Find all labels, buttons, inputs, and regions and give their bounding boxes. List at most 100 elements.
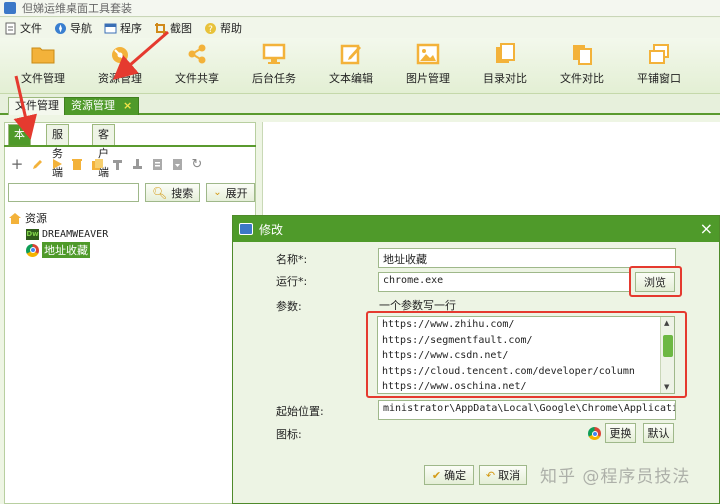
tool-file-compare[interactable]: 文件对比 <box>547 42 617 86</box>
menu-label: 文件 <box>20 22 42 35</box>
tab-label: 文件管理 <box>15 99 59 112</box>
watermark: 知乎 @程序员技法 <box>540 467 691 487</box>
start-dir-label: 起始位置: <box>276 405 324 418</box>
name-label: 名称*: <box>276 253 308 266</box>
resource-toolbar: + ↻ <box>10 154 204 174</box>
compass-icon <box>55 22 66 34</box>
annotation-box <box>366 311 687 398</box>
tile-icon <box>649 44 669 64</box>
menu-label: 程序 <box>120 22 142 35</box>
document-tabs: 文件管理 资源管理 × <box>0 94 720 115</box>
tool-image-manager[interactable]: 图片管理 <box>393 42 463 86</box>
copy-icon[interactable] <box>90 157 104 171</box>
tool-label: 图片管理 <box>406 72 450 85</box>
search-input[interactable] <box>8 183 139 202</box>
chrome-icon <box>588 427 601 440</box>
play-icon[interactable] <box>50 157 64 171</box>
menu-label: 截图 <box>170 22 192 35</box>
image-icon <box>416 43 440 65</box>
tool-file-manager[interactable]: 文件管理 <box>8 42 78 86</box>
tool-file-share[interactable]: 文件共享 <box>162 42 232 86</box>
window-icon <box>239 223 253 235</box>
tool-label: 文件共享 <box>175 72 219 85</box>
share-icon <box>188 44 206 64</box>
run-field[interactable]: chrome.exe <box>378 272 630 292</box>
menu-screenshot[interactable]: 截图 <box>154 20 192 36</box>
move-down-icon[interactable] <box>130 157 144 171</box>
tool-label: 文件管理 <box>21 72 65 85</box>
tree-item-bookmarks[interactable]: 地址收藏 <box>8 242 108 258</box>
left-panel <box>4 122 256 504</box>
search-icon: 🔍︎ <box>152 185 168 200</box>
ok-button[interactable]: ✔ 确定 <box>424 465 474 485</box>
home-icon <box>9 212 21 224</box>
tab-file-manager[interactable]: 文件管理 <box>8 97 66 115</box>
tree-label: DREAMWEAVER <box>42 228 109 240</box>
tab-resource-manager[interactable]: 资源管理 × <box>64 97 140 115</box>
params-label: 参数: <box>276 300 302 313</box>
tree-root[interactable]: 资源 <box>8 210 108 226</box>
search-row: 🔍︎ 搜索 ⌄ 展开 <box>8 183 255 203</box>
move-up-icon[interactable] <box>110 157 124 171</box>
tab-label: 资源管理 <box>71 99 115 112</box>
tab-local[interactable]: 本地 <box>8 124 31 160</box>
menu-program[interactable]: 程序 <box>104 20 142 36</box>
help-icon: ? <box>205 22 216 35</box>
chevron-down-icon: ⌄ <box>213 187 222 198</box>
annotation-box <box>629 266 682 297</box>
menu-label: 导航 <box>70 22 92 35</box>
monitor-icon <box>262 43 286 64</box>
tab-underline <box>4 145 256 147</box>
expand-button-label: 展开 <box>225 186 248 200</box>
import-icon[interactable] <box>150 157 164 171</box>
tree-item-dreamweaver[interactable]: Dw DREAMWEAVER <box>8 226 108 242</box>
title-bar: 但娣运维桌面工具套装 <box>0 0 720 17</box>
resource-tree: 资源 Dw DREAMWEAVER 地址收藏 <box>8 210 108 258</box>
tool-text-edit[interactable]: 文本编辑 <box>316 42 386 86</box>
menu-file[interactable]: 文件 <box>4 20 42 36</box>
close-icon[interactable]: × <box>123 99 132 112</box>
satellite-icon <box>112 47 128 63</box>
crop-icon <box>155 22 166 34</box>
tool-label: 文件对比 <box>560 72 604 85</box>
tool-label: 目录对比 <box>483 72 527 85</box>
menu-navigate[interactable]: 导航 <box>54 20 92 36</box>
menu-bar: 文件 导航 程序 截图 ? 帮助 <box>0 18 720 38</box>
cancel-label: 取消 <box>498 469 521 482</box>
expand-button[interactable]: ⌄ 展开 <box>206 183 255 202</box>
check-icon: ✔ <box>431 468 442 482</box>
app-icon <box>4 2 16 14</box>
tool-tile-windows[interactable]: 平铺窗口 <box>624 42 694 86</box>
tree-label: 地址收藏 <box>42 242 90 258</box>
export-icon[interactable] <box>170 157 184 171</box>
search-button[interactable]: 🔍︎ 搜索 <box>145 183 201 202</box>
tool-background-tasks[interactable]: 后台任务 <box>239 42 309 86</box>
dialog-title-bar: 修改 × <box>233 216 719 242</box>
name-field[interactable]: 地址收藏 <box>378 248 676 268</box>
tool-label: 文本编辑 <box>329 72 373 85</box>
tool-dir-compare[interactable]: 目录对比 <box>470 42 540 86</box>
compare-file-icon <box>573 45 592 65</box>
tool-label: 资源管理 <box>98 72 142 85</box>
default-icon-button[interactable]: 默认 <box>643 423 674 443</box>
ok-label: 确定 <box>444 469 467 482</box>
dreamweaver-icon: Dw <box>26 228 39 240</box>
cancel-button[interactable]: ↶ 取消 <box>479 465 527 485</box>
folder-icon <box>31 47 55 64</box>
delete-icon[interactable] <box>70 157 84 171</box>
close-icon[interactable]: × <box>700 219 713 238</box>
tab-client[interactable]: 客户端 <box>92 124 115 179</box>
menu-label: 帮助 <box>220 22 242 35</box>
change-icon-button[interactable]: 更换 <box>605 423 636 443</box>
tool-label: 平铺窗口 <box>637 72 681 85</box>
edit-icon[interactable] <box>30 157 44 171</box>
main-toolbar: 文件管理 资源管理 文件共享 后台任务 文本编辑 图片管理 目录对比 文件对比 … <box>0 38 720 94</box>
file-icon <box>5 22 16 34</box>
add-icon[interactable]: + <box>10 155 24 173</box>
tool-resource-manager[interactable]: 资源管理 <box>85 42 155 86</box>
svg-text:?: ? <box>208 25 213 35</box>
menu-help[interactable]: ? 帮助 <box>204 20 242 36</box>
start-dir-field[interactable]: ministrator\AppData\Local\Google\Chrome\… <box>378 400 676 420</box>
tab-server[interactable]: 服务端 <box>46 124 69 179</box>
refresh-icon[interactable]: ↻ <box>190 157 204 172</box>
